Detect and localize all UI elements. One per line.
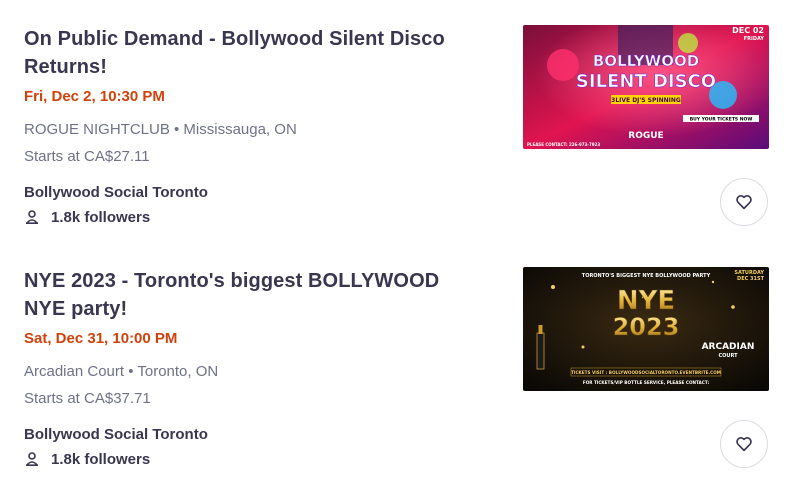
event-price: Starts at CA$27.11	[24, 148, 150, 165]
event-title[interactable]: NYE 2023 - Toronto's biggest BOLLYWOOD N…	[24, 267, 464, 323]
event-image[interactable]: BOLLYWOOD SILENT DISCO 3LIVE DJ'S SPINNI…	[523, 25, 769, 149]
event-card[interactable]: On Public Demand - Bollywood Silent Disc…	[0, 0, 800, 242]
followers-count: 1.8k followers	[51, 208, 151, 226]
heart-icon	[736, 437, 752, 452]
image-tickets: TICKETS VISIT : BOLLYWOODSOCIALTORONTO.E…	[571, 370, 721, 375]
organizer-followers: 1.8k followers	[24, 207, 150, 227]
image-venue-logo: ROGUE	[628, 131, 663, 141]
image-headline-top: BOLLYWOOD	[593, 52, 699, 70]
person-icon	[26, 210, 38, 224]
followers-count: 1.8k followers	[51, 450, 151, 468]
image-date-line1: DEC 02	[732, 26, 764, 35]
event-date: Sat, Dec 31, 10:00 PM	[24, 330, 178, 347]
event-date: Fri, Dec 2, 10:30 PM	[24, 88, 165, 105]
image-headline-bottom: SILENT DISCO	[576, 71, 716, 92]
image-buy: BUY YOUR TICKETS NOW	[690, 117, 753, 123]
save-button[interactable]	[720, 420, 768, 468]
image-top-line: TORONTO'S BIGGEST NYE BOLLYWOOD PARTY	[582, 273, 711, 279]
image-date-line2: FRIDAY	[744, 36, 765, 42]
event-title[interactable]: On Public Demand - Bollywood Silent Disc…	[24, 25, 464, 81]
person-icon	[26, 452, 38, 466]
save-button[interactable]	[720, 178, 768, 226]
heart-icon	[736, 195, 752, 210]
image-year: 2023	[613, 313, 680, 341]
event-price: Starts at CA$37.71	[24, 390, 151, 407]
image-contact: PLEASE CONTACT: 226-973-7923	[527, 142, 600, 147]
image-venue-logo-sub: COURT	[718, 353, 738, 359]
image-contact: FOR TICKETS/VIP BOTTLE SERVICE, PLEASE C…	[583, 380, 710, 385]
image-date-line2: DEC 31ST	[737, 276, 765, 282]
image-venue-logo: ARCADIAN	[702, 342, 755, 352]
event-organizer[interactable]: Bollywood Social Toronto	[24, 184, 208, 201]
organizer-followers: 1.8k followers	[24, 449, 150, 469]
event-venue: ROGUE NIGHTCLUB • Mississauga, ON	[24, 121, 297, 138]
image-headline: NYE	[617, 286, 675, 316]
event-venue: Arcadian Court • Toronto, ON	[24, 363, 219, 380]
event-card[interactable]: NYE 2023 - Toronto's biggest BOLLYWOOD N…	[0, 242, 800, 484]
event-organizer[interactable]: Bollywood Social Toronto	[24, 426, 208, 443]
event-image[interactable]: TORONTO'S BIGGEST NYE BOLLYWOOD PARTY NY…	[523, 267, 769, 391]
image-badge: 3LIVE DJ'S SPINNING	[611, 97, 681, 104]
